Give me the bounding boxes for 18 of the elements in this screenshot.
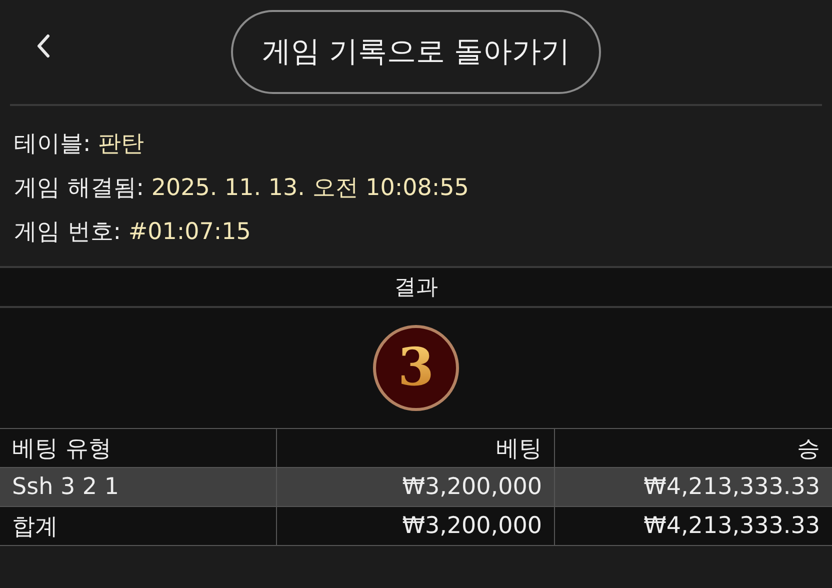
total-cell: ₩3,200,000 <box>276 506 554 546</box>
info-label: 게임 번호: <box>14 219 122 245</box>
info-value: 판탄 <box>98 131 144 157</box>
table-cell: ₩3,200,000 <box>276 468 554 506</box>
result-ball: 3 <box>373 325 459 411</box>
info-value: #01:07:15 <box>128 219 251 245</box>
column-header: 베팅 <box>276 428 554 468</box>
info-value: 2025. 11. 13. 오전 10:08:55 <box>151 175 469 201</box>
result-heading: 결과 <box>394 274 438 302</box>
info-label: 테이블: <box>14 131 91 157</box>
column-header: 베팅 유형 <box>0 428 276 468</box>
table-cell: ₩4,213,333.33 <box>554 468 832 506</box>
back-to-history-button[interactable]: 게임 기록으로 돌아가기 <box>231 10 601 94</box>
total-cell: 합계 <box>0 506 276 546</box>
info-label: 게임 해결됨: <box>14 175 144 201</box>
total-cell: ₩4,213,333.33 <box>554 506 832 546</box>
table-cell: Ssh 3 2 1 <box>0 468 276 506</box>
back-chevron-icon <box>36 34 50 58</box>
